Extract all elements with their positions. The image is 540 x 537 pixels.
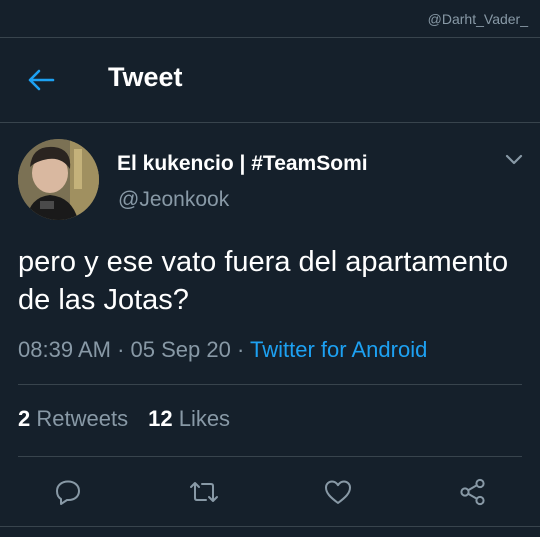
- reply-button[interactable]: [48, 472, 88, 512]
- tweet-source-link[interactable]: Twitter for Android: [250, 337, 427, 362]
- header-divider: [0, 122, 540, 123]
- retweets-count: 2: [18, 406, 31, 431]
- likes-stat[interactable]: 12 Likes: [148, 406, 230, 431]
- user-handle[interactable]: @Jeonkook: [118, 188, 229, 212]
- like-icon: [325, 480, 351, 504]
- meta-separator: ·: [117, 337, 125, 362]
- bottom-divider: [0, 526, 540, 527]
- likes-label: Likes: [178, 406, 231, 431]
- likes-count: 12: [148, 406, 173, 431]
- header-bar: Tweet: [0, 38, 540, 122]
- avatar[interactable]: [18, 139, 99, 220]
- retweets-label: Retweets: [36, 406, 129, 431]
- retweet-button[interactable]: [184, 472, 224, 512]
- tweet-date: 05 Sep 20: [130, 337, 231, 362]
- share-button[interactable]: [453, 472, 493, 512]
- tweet-time: 08:39 AM: [18, 337, 111, 362]
- share-icon: [460, 478, 485, 506]
- avatar-image: [18, 139, 99, 220]
- reply-icon: [56, 480, 80, 505]
- meta-separator: ·: [236, 337, 245, 362]
- back-button[interactable]: [26, 68, 56, 92]
- like-button[interactable]: [318, 472, 358, 512]
- page-title: Tweet: [108, 62, 183, 92]
- tweet-stats: 2 Retweets 12 Likes: [18, 406, 230, 432]
- more-options-button[interactable]: [503, 152, 525, 168]
- retweets-stat[interactable]: 2 Retweets: [18, 406, 128, 431]
- tweet-text: pero y ese vato fuera del apartamento de…: [18, 246, 509, 316]
- retweet-icon: [190, 482, 218, 502]
- stats-bottom-divider: [18, 456, 522, 457]
- chevron-down-icon: [505, 154, 523, 165]
- display-name[interactable]: El kukencio | #TeamSomi: [117, 152, 368, 176]
- tweet-metadata: 08:39 AM · 05 Sep 20 · Twitter for Andro…: [18, 337, 427, 363]
- watermark-text: @Darht_Vader_: [427, 11, 528, 27]
- stats-top-divider: [18, 384, 522, 385]
- action-bar: [0, 472, 540, 512]
- arrow-left-icon: [28, 69, 55, 91]
